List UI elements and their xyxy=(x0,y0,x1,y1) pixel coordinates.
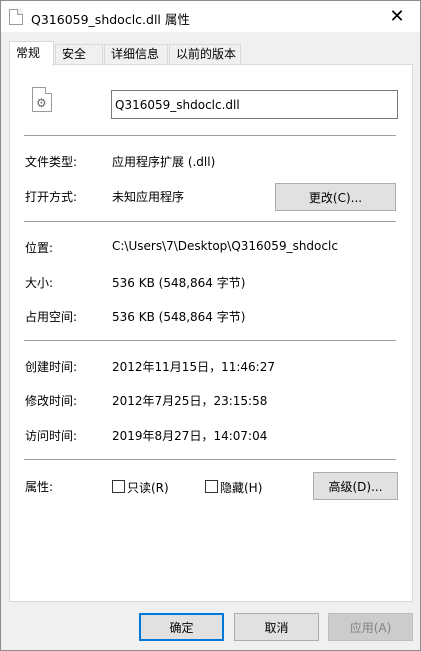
size-label: 大小: xyxy=(25,276,54,290)
created-label: 创建时间: xyxy=(25,360,78,374)
gear-icon: ⚙ xyxy=(36,96,47,110)
file-type-value: 应用程序扩展 (.dll) xyxy=(112,155,216,169)
window-title: Q316059_shdoclc.dll 属性 xyxy=(31,12,190,27)
opens-with-label: 打开方式: xyxy=(25,190,78,204)
separator xyxy=(24,459,396,460)
readonly-checkbox[interactable] xyxy=(112,480,125,493)
created-value: 2012年11月15日，11:46:27 xyxy=(112,360,275,374)
advanced-button[interactable]: 高级(D)... xyxy=(313,472,398,500)
tab-details[interactable]: 详细信息 xyxy=(104,44,168,65)
close-button[interactable]: ✕ xyxy=(374,1,420,32)
opens-with-value: 未知应用程序 xyxy=(112,190,185,204)
apply-button[interactable]: 应用(A) xyxy=(328,613,413,641)
tab-previous-versions[interactable]: 以前的版本 xyxy=(169,44,241,65)
tab-security[interactable]: 安全 xyxy=(55,44,103,65)
size-on-disk-label: 占用空间: xyxy=(25,310,78,324)
modified-label: 修改时间: xyxy=(25,394,78,408)
file-name-input[interactable] xyxy=(111,90,398,119)
accessed-value: 2019年8月27日，14:07:04 xyxy=(112,429,268,443)
tab-general[interactable]: 常规 xyxy=(9,41,54,66)
title-bar[interactable]: Q316059_shdoclc.dll 属性 ✕ xyxy=(1,1,420,32)
separator xyxy=(24,135,396,136)
close-icon: ✕ xyxy=(389,6,405,27)
location-label: 位置: xyxy=(25,241,54,255)
modified-value: 2012年7月25日，23:15:58 xyxy=(112,394,268,408)
general-panel: ⚙ 文件类型: 应用程序扩展 (.dll) 打开方式: 未知应用程序 更改(C)… xyxy=(9,64,413,602)
hidden-label[interactable]: 隐藏(H) xyxy=(220,479,262,496)
separator xyxy=(24,221,396,222)
attributes-label: 属性: xyxy=(25,480,54,494)
hidden-checkbox[interactable] xyxy=(205,480,218,493)
dll-file-icon: ⚙ xyxy=(32,87,52,112)
file-icon xyxy=(9,9,23,25)
change-button[interactable]: 更改(C)... xyxy=(275,183,396,211)
cancel-button[interactable]: 取消 xyxy=(234,613,319,641)
file-type-label: 文件类型: xyxy=(25,155,78,169)
accessed-label: 访问时间: xyxy=(25,429,78,443)
size-value: 536 KB (548,864 字节) xyxy=(112,276,246,290)
location-value: C:\Users\7\Desktop\Q316059_shdoclc xyxy=(112,239,338,253)
readonly-label[interactable]: 只读(R) xyxy=(127,479,169,496)
ok-button[interactable]: 确定 xyxy=(139,613,224,641)
properties-dialog: Q316059_shdoclc.dll 属性 ✕ 常规 安全 详细信息 以前的版… xyxy=(0,0,421,651)
separator xyxy=(24,340,396,341)
size-on-disk-value: 536 KB (548,864 字节) xyxy=(112,310,246,324)
